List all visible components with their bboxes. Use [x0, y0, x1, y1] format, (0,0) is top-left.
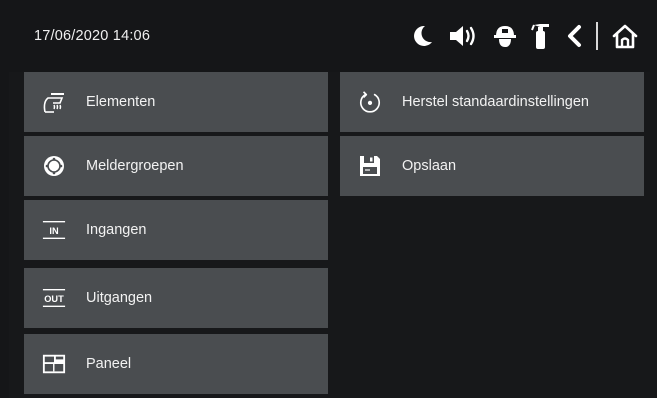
back-arrow-icon[interactable]	[565, 23, 583, 49]
detector-group-icon	[42, 154, 66, 178]
menu-item-uitgangen[interactable]: OUT Uitgangen	[24, 268, 328, 328]
heat-detector-icon	[42, 90, 66, 114]
output-icon: OUT	[42, 286, 66, 310]
status-bar: 17/06/2020 14:06	[0, 0, 657, 72]
fire-extinguisher-icon[interactable]	[530, 22, 552, 50]
menu-item-meldergroepen[interactable]: Meldergroepen	[24, 136, 328, 196]
speaker-icon[interactable]	[448, 23, 480, 49]
svg-text:IN: IN	[49, 226, 59, 236]
menu-item-ingangen[interactable]: IN Ingangen	[24, 200, 328, 260]
status-icons	[409, 20, 639, 52]
menu-item-herstel-standaardinstellingen[interactable]: Herstel standaardinstellingen	[340, 72, 644, 132]
menu-item-elementen[interactable]: Elementen	[24, 72, 328, 132]
reset-icon	[358, 90, 382, 114]
menu-item-label: Meldergroepen	[86, 158, 184, 174]
menu-item-label: Elementen	[86, 94, 156, 110]
main-screen: 17/06/2020 14:06 Elementen Meldergroepen…	[0, 0, 657, 398]
save-icon	[358, 154, 382, 178]
firefighter-helmet-icon[interactable]	[493, 23, 517, 49]
menu-item-paneel[interactable]: Paneel	[24, 334, 328, 394]
date-time: 17/06/2020 14:06	[34, 28, 151, 44]
panel-icon	[42, 352, 66, 376]
menu-item-opslaan[interactable]: Opslaan	[340, 136, 644, 196]
menu-item-label: Ingangen	[86, 222, 147, 238]
home-icon[interactable]	[611, 22, 639, 50]
input-icon: IN	[42, 218, 66, 242]
moon-icon[interactable]	[409, 23, 435, 49]
menu-item-label: Uitgangen	[86, 290, 153, 306]
menu-item-label: Paneel	[86, 356, 132, 372]
svg-text:OUT: OUT	[44, 294, 64, 304]
menu-item-label: Opslaan	[402, 158, 457, 174]
menu-item-label: Herstel standaardinstellingen	[402, 94, 589, 110]
divider	[596, 22, 598, 50]
